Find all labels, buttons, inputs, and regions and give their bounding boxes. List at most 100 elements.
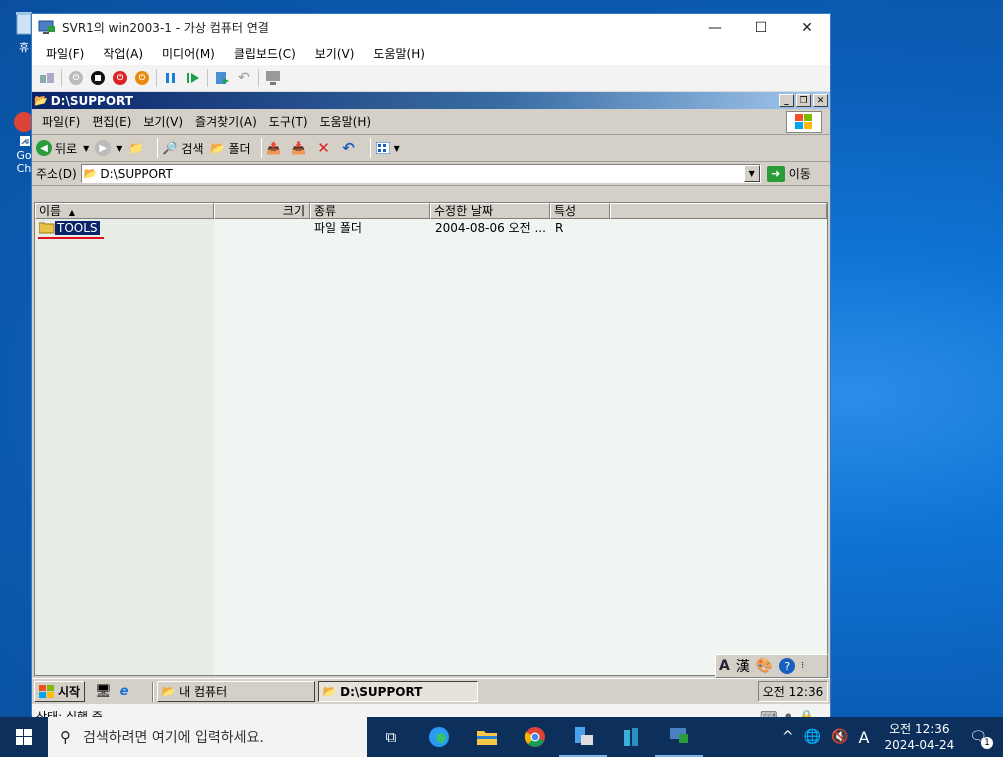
delete-button[interactable]: ✕ <box>316 139 335 157</box>
explorer-menu-edit[interactable]: 편집(E) <box>92 113 131 130</box>
copy-to-button[interactable]: 📥 <box>291 140 310 156</box>
address-value: D:\SUPPORT <box>100 166 173 181</box>
address-label: 주소(D) <box>36 167 77 181</box>
notification-center-icon[interactable]: 🗨 1 <box>969 729 993 749</box>
explorer-menu-favorites[interactable]: 즐겨찾기(A) <box>195 113 257 130</box>
ctrl-alt-del-button[interactable] <box>36 67 58 89</box>
vm-menu-bar: 파일(F) 작업(A) 미디어(M) 클립보드(C) 보기(V) 도움말(H) <box>32 41 830 65</box>
folders-button[interactable]: 📂 폴더 <box>210 140 251 157</box>
ime-menu-icon[interactable]: ⁝ <box>801 661 804 671</box>
search-icon: 🔎 <box>162 141 178 155</box>
vm-menu-action[interactable]: 작업(A) <box>103 45 143 62</box>
start-vm-button[interactable]: ⏻ <box>65 67 87 89</box>
vm-menu-clipboard[interactable]: 클립보드(C) <box>234 45 296 62</box>
vm-menu-file[interactable]: 파일(F) <box>46 45 84 62</box>
edge-icon[interactable] <box>415 717 463 757</box>
explorer-menu-tools[interactable]: 도구(T) <box>269 113 308 130</box>
enhanced-session-button[interactable] <box>262 67 284 89</box>
explorer-menu-help[interactable]: 도움말(H) <box>320 113 372 130</box>
explorer-menu-file[interactable]: 파일(F) <box>42 113 80 130</box>
column-size[interactable]: 크기 <box>214 203 310 219</box>
support-folder-icon: 📂 <box>322 685 337 698</box>
row-modified: 2004-08-06 오전 ... <box>435 221 546 235</box>
views-icon <box>375 140 391 156</box>
move-to-button[interactable]: 📤 <box>266 140 285 156</box>
column-attributes[interactable]: 특성 <box>550 203 610 219</box>
clock[interactable]: 오전 12:36 2024-04-24 <box>884 721 954 753</box>
file-list[interactable]: 이름 ▲ 크기 종류 수정한 날짜 특성 TOOLS 파일 폴더 2004-08… <box>34 202 828 676</box>
search-icon: ⚲ <box>60 728 71 746</box>
clock-time: 오전 12:36 <box>889 722 950 736</box>
undo-button[interactable]: ↶ <box>341 139 360 157</box>
vm-menu-view[interactable]: 보기(V) <box>315 45 355 62</box>
volume-muted-icon[interactable]: 🔇 <box>831 729 848 745</box>
windows-start-button[interactable] <box>0 717 48 757</box>
revert-button[interactable]: ↶ <box>233 67 255 89</box>
address-dropdown-button[interactable]: ▼ <box>743 165 760 182</box>
list-header: 이름 ▲ 크기 종류 수정한 날짜 특성 <box>35 203 827 219</box>
my-computer-icon: 📂 <box>161 685 176 698</box>
server-manager-icon[interactable] <box>559 717 607 757</box>
turn-off-button[interactable] <box>87 67 109 89</box>
explorer-minimize-button[interactable]: _ <box>779 94 794 107</box>
vm-toolbar: ⏻ ⏻ ⏻ ↶ <box>32 65 830 92</box>
save-button[interactable]: ⏻ <box>131 67 153 89</box>
close-button[interactable]: ✕ <box>784 14 830 41</box>
column-name[interactable]: 이름 ▲ <box>35 203 214 219</box>
back-button[interactable]: ◀ 뒤로 ▼ <box>36 140 89 157</box>
vm-connection-taskbar-icon[interactable] <box>655 717 703 757</box>
go-button[interactable]: ➜ 이동 <box>766 165 811 182</box>
system-tray: ^ 🌐 🔇 A 오전 12:36 2024-04-24 🗨 1 <box>777 717 1003 757</box>
address-folder-icon: 📂 <box>83 167 98 180</box>
search-button[interactable]: 🔎 검색 <box>162 140 204 157</box>
maximize-button[interactable]: ☐ <box>738 14 784 41</box>
taskbar-search-box[interactable]: ⚲ 검색하려면 여기에 입력하세요. <box>48 717 367 757</box>
table-row[interactable]: TOOLS 파일 폴더 2004-08-06 오전 ... R <box>35 221 827 237</box>
ime-alpha-button[interactable]: A <box>719 658 730 674</box>
start-button[interactable]: 시작 <box>34 681 86 702</box>
row-name: TOOLS <box>55 221 100 235</box>
shutdown-button[interactable]: ⏻ <box>109 67 131 89</box>
move-to-icon: 📤 <box>266 141 282 155</box>
copy-to-icon: 📥 <box>291 141 307 155</box>
ime-mode-indicator[interactable]: A <box>859 728 870 747</box>
column-type[interactable]: 종류 <box>310 203 430 219</box>
vm-title-bar: SVR1의 win2003-1 - 가상 컴퓨터 연결 — ☐ ✕ <box>32 14 830 41</box>
explorer-menu-view[interactable]: 보기(V) <box>143 113 183 130</box>
vm-menu-help[interactable]: 도움말(H) <box>373 45 425 62</box>
pause-button[interactable] <box>160 67 182 89</box>
views-button[interactable]: ▼ <box>375 140 400 156</box>
taskbar-my-computer[interactable]: 📂 내 컴퓨터 <box>157 681 316 702</box>
task-view-icon[interactable]: ⧉ <box>367 717 415 757</box>
up-folder-button[interactable]: 📁 <box>128 140 147 156</box>
explorer-title-text: D:\SUPPORT <box>50 93 133 108</box>
taskbar-support-folder[interactable]: 📂 D:\SUPPORT <box>318 681 479 702</box>
address-input[interactable]: 📂 D:\SUPPORT ▼ <box>80 164 761 183</box>
ime-tools-icon[interactable]: 🎨 <box>756 658 773 674</box>
file-explorer-icon[interactable] <box>463 717 511 757</box>
explorer-close-button[interactable]: ✕ <box>813 94 828 107</box>
ime-help-icon[interactable]: ? <box>779 658 796 674</box>
row-type: 파일 폴더 <box>314 221 362 235</box>
column-modified[interactable]: 수정한 날짜 <box>430 203 550 219</box>
network-icon[interactable]: 🌐 <box>804 729 821 745</box>
show-hidden-icons-chevron-icon[interactable]: ^ <box>782 729 794 745</box>
up-folder-icon: 📁 <box>128 141 144 155</box>
explorer-restore-button[interactable]: ❐ <box>796 94 811 107</box>
vm-menu-media[interactable]: 미디어(M) <box>162 45 215 62</box>
ime-hanja-button[interactable]: 漢 <box>736 656 750 676</box>
quicklaunch-ie-icon[interactable]: e <box>120 684 129 699</box>
address-bar: 주소(D) 📂 D:\SUPPORT ▼ ➜ 이동 <box>32 162 830 186</box>
checkpoint-button[interactable] <box>211 67 233 89</box>
windows-taskbar: ⚲ 검색하려면 여기에 입력하세요. ⧉ ^ 🌐 🔇 A 오전 12:36 20… <box>0 717 1003 757</box>
vm-title-text: SVR1의 win2003-1 - 가상 컴퓨터 연결 <box>62 21 269 35</box>
vm-connection-window: SVR1의 win2003-1 - 가상 컴퓨터 연결 — ☐ ✕ 파일(F) … <box>31 13 831 728</box>
hyperv-manager-icon[interactable] <box>607 717 655 757</box>
quicklaunch-show-desktop-icon[interactable]: 🖥 <box>95 684 112 699</box>
forward-arrow-icon: ▶ <box>95 140 112 156</box>
minimize-button[interactable]: — <box>692 14 738 41</box>
resume-button[interactable] <box>182 67 204 89</box>
chrome-icon[interactable] <box>511 717 559 757</box>
row-attributes: R <box>555 221 564 235</box>
forward-button[interactable]: ▶ ▼ <box>95 140 122 156</box>
